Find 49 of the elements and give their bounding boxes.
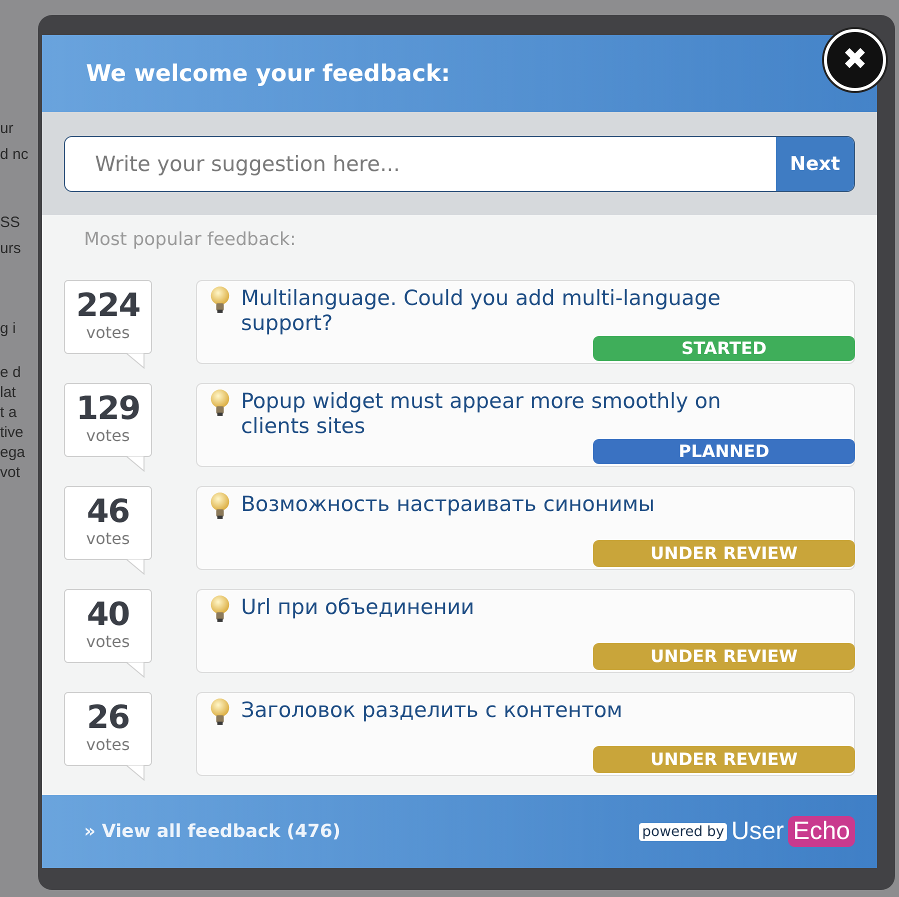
- suggestion-field[interactable]: Write your suggestion here... Next: [64, 136, 855, 192]
- background-text: t a: [0, 404, 18, 422]
- status-badge: PLANNED: [593, 439, 855, 464]
- feedback-card[interactable]: Multilanguage. Could you add multi-language support? STARTED: [196, 280, 855, 364]
- votes-label: votes: [86, 632, 130, 652]
- background-text: e d: [0, 364, 22, 382]
- votes-label: votes: [86, 426, 130, 446]
- lightbulb-icon: [209, 698, 231, 726]
- status-badge: UNDER REVIEW: [593, 540, 855, 567]
- vote-count: 129: [76, 390, 140, 426]
- lightbulb-icon: [209, 389, 231, 417]
- background-text: ega: [0, 444, 26, 462]
- feedback-card[interactable]: Popup widget must appear more smoothly on clients sites PLANNED: [196, 383, 855, 467]
- powered-by-text: powered by: [639, 822, 728, 840]
- feedback-title[interactable]: Url при объединении: [241, 595, 474, 620]
- status-badge: UNDER REVIEW: [593, 746, 855, 773]
- background-text: lat: [0, 384, 17, 402]
- votes-label: votes: [86, 735, 130, 755]
- next-button[interactable]: Next: [776, 137, 854, 191]
- background-text: d nc: [0, 146, 30, 164]
- status-badge: STARTED: [593, 336, 855, 361]
- lightbulb-icon: [209, 595, 231, 623]
- brand-logo: Echo: [788, 816, 855, 847]
- votes-label: votes: [86, 323, 130, 343]
- feedback-card[interactable]: Возможность настраивать синонимы UNDER REVIEW: [196, 486, 855, 570]
- background-text: tive: [0, 424, 24, 442]
- feedback-card[interactable]: Url при объединении UNDER REVIEW: [196, 589, 855, 673]
- votes-label: votes: [86, 529, 130, 549]
- brand-text: User: [731, 817, 784, 846]
- section-heading: Most popular feedback:: [84, 229, 297, 250]
- feedback-title[interactable]: Возможность настраивать синонимы: [241, 492, 655, 517]
- vote-count: 40: [86, 596, 130, 632]
- lightbulb-icon: [209, 286, 231, 314]
- background-text: ur: [0, 120, 14, 138]
- close-button[interactable]: ✖: [824, 29, 886, 91]
- background-text: vot: [0, 464, 22, 482]
- vote-count: 224: [76, 287, 140, 323]
- feedback-title[interactable]: Multilanguage. Could you add multi-language support?: [241, 286, 774, 336]
- background-text: SS: [0, 214, 22, 232]
- vote-count: 26: [86, 699, 130, 735]
- feedback-title[interactable]: Popup widget must appear more smoothly on clients sites: [241, 389, 774, 439]
- feedback-title[interactable]: Заголовок разделить с контентом: [241, 698, 623, 723]
- lightbulb-icon: [209, 492, 231, 520]
- background-text: g i: [0, 320, 17, 338]
- feedback-card[interactable]: Заголовок разделить с контентом UNDER REVIEW: [196, 692, 855, 776]
- widget-title: We welcome your feedback:: [86, 60, 450, 86]
- status-badge: UNDER REVIEW: [593, 643, 855, 670]
- background-text: urs: [0, 240, 22, 258]
- vote-count: 46: [86, 493, 130, 529]
